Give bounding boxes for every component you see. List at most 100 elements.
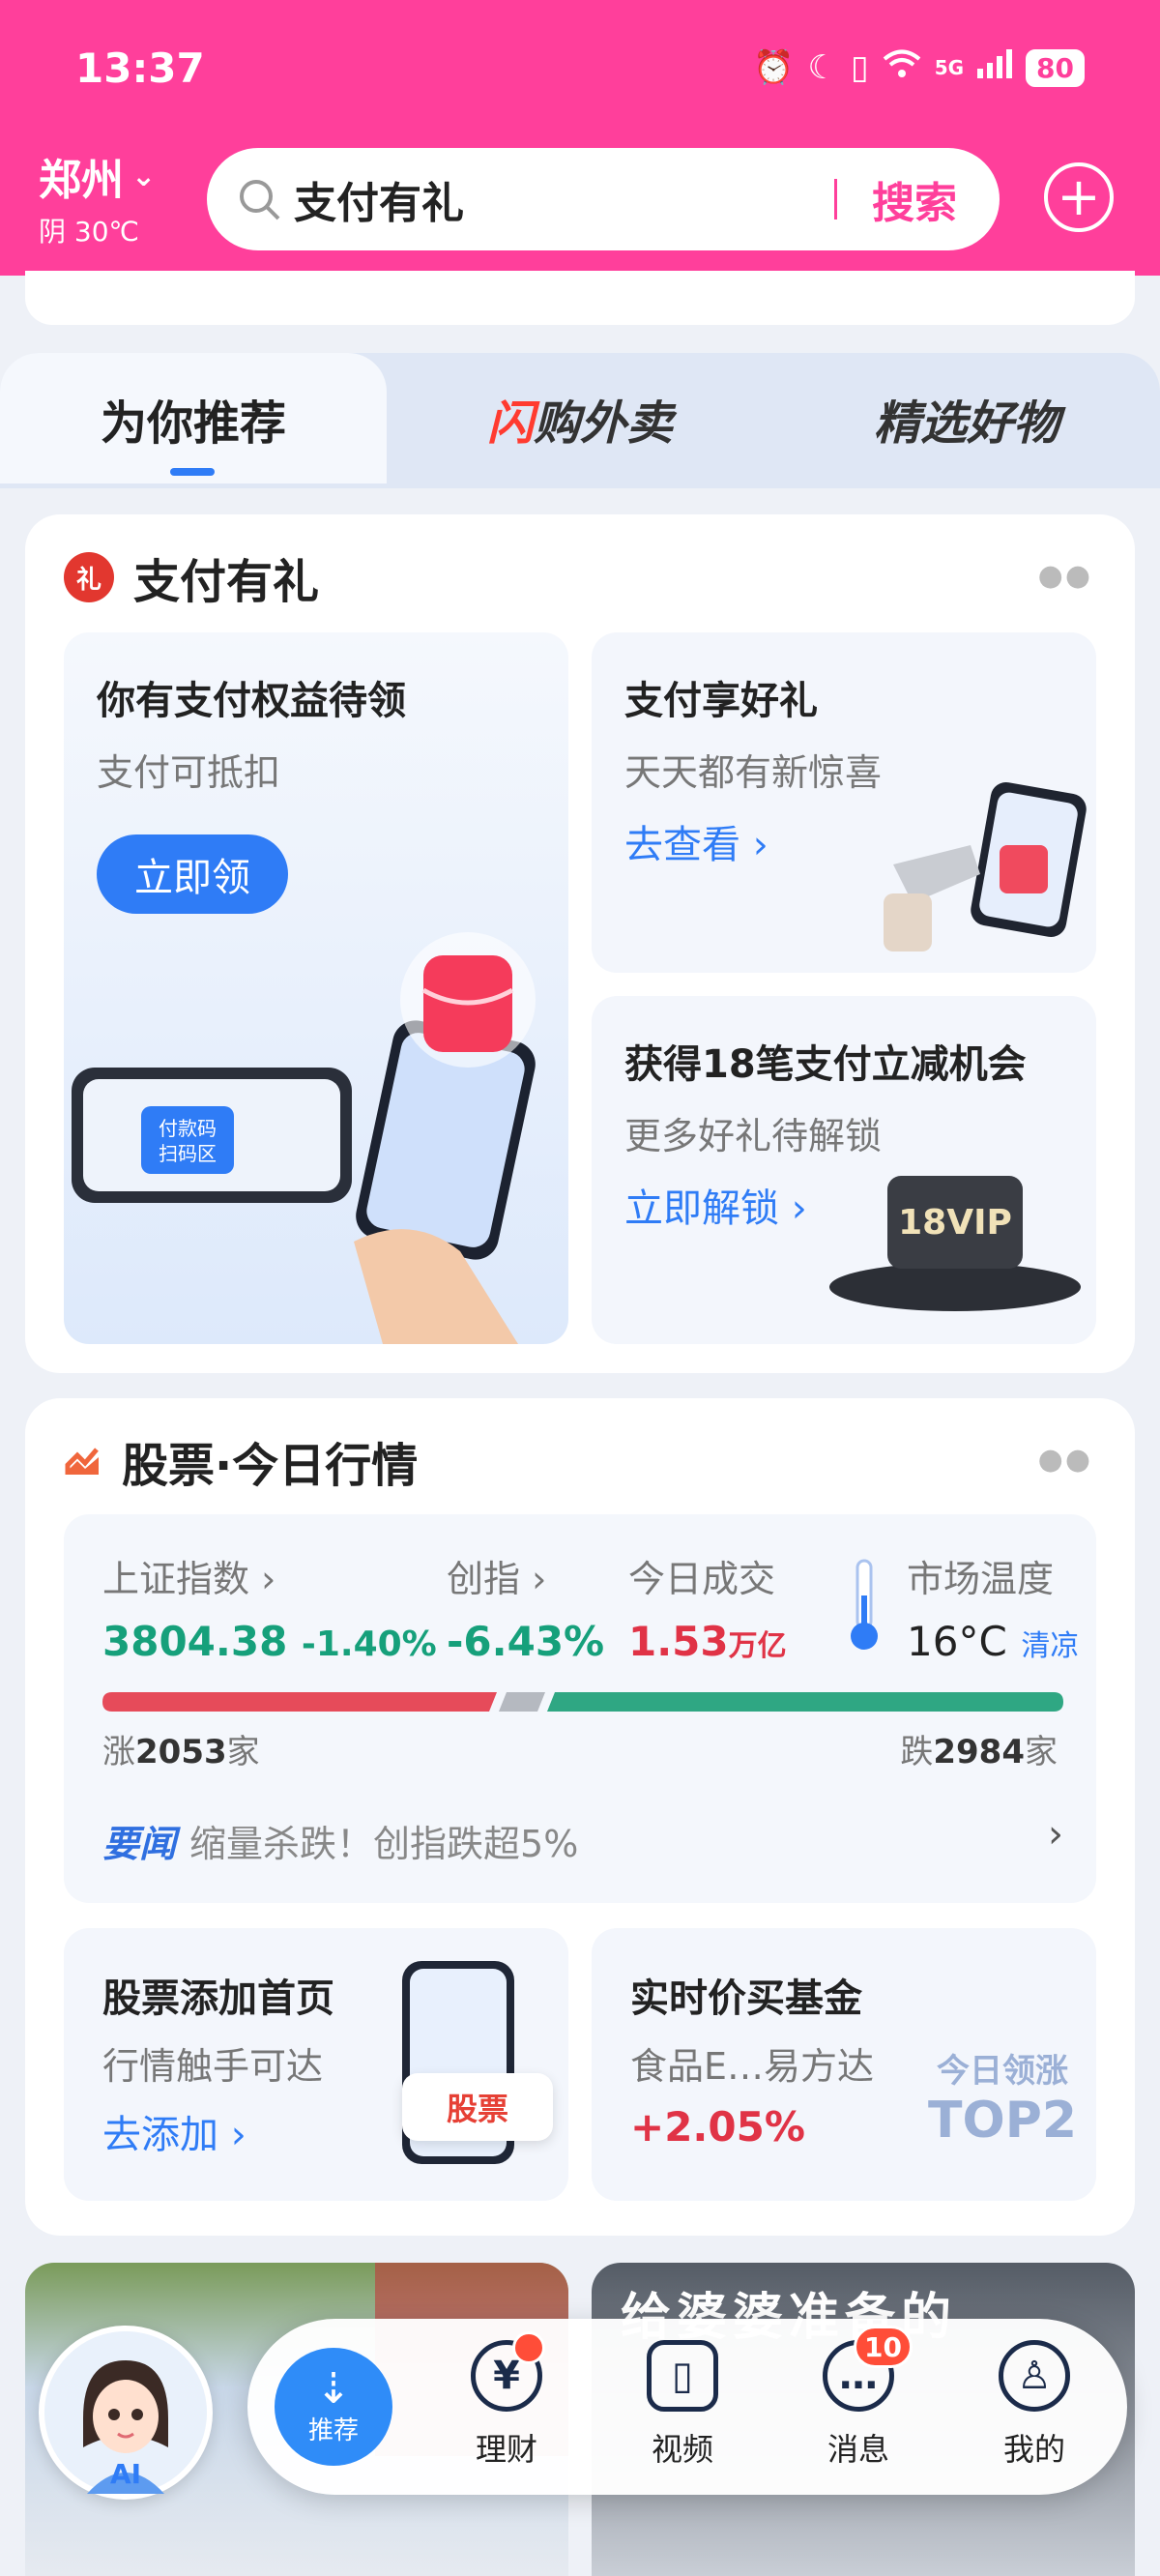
- more-icon[interactable]: ●●: [1038, 1443, 1092, 1477]
- tab-indicator: [170, 468, 215, 476]
- trend-chart-icon: [65, 1448, 99, 1475]
- rank-label: 今日领涨: [937, 2052, 1069, 2091]
- sh-index-label: 上证指数 ›: [102, 1558, 276, 1600]
- chevron-right-icon[interactable]: ›: [1048, 1812, 1063, 1857]
- add-link[interactable]: 去添加 ›: [102, 2103, 334, 2159]
- illus-text1: 付款码: [159, 1117, 217, 1140]
- nav-label: 我的: [1002, 2431, 1065, 2468]
- card-title: 支付享好礼: [624, 679, 818, 723]
- nav-finance[interactable]: ¥ 理财: [439, 2331, 574, 2470]
- section-title: 股票·今日行情: [122, 1439, 419, 1493]
- message-icon: … 10: [823, 2326, 913, 2412]
- headline-news[interactable]: 要闻 缩量杀跌！创指跌超5%: [102, 1814, 578, 1867]
- turnover-unit: 万亿: [728, 1629, 787, 1663]
- card-subtitle: 支付可抵扣: [97, 751, 281, 794]
- pay-gift-card[interactable]: 支付享好礼 天天都有新惊喜 去查看 ›: [592, 632, 1096, 973]
- user-icon: ♙: [999, 2340, 1070, 2412]
- tab-recommend[interactable]: 为你推荐: [0, 353, 387, 483]
- section-header: 股票·今日行情: [64, 1427, 418, 1495]
- turnover-value: 1.53: [628, 1618, 729, 1665]
- nav-profile[interactable]: ♙ 我的: [967, 2340, 1102, 2470]
- turnover-label: 今日成交: [628, 1558, 776, 1600]
- user-glyph: ♙: [1017, 2354, 1052, 2398]
- video-icon: ▯: [647, 2340, 718, 2412]
- fund-change: +2.05%: [630, 2103, 805, 2151]
- chinext-label: 创指 ›: [447, 1558, 547, 1600]
- alarm-icon: ⏰: [753, 48, 795, 87]
- pay-benefit-card[interactable]: 你有支付权益待领 支付可抵扣 立即领 付款码 扫码区: [64, 632, 568, 1344]
- more-icon[interactable]: ●●: [1038, 559, 1092, 593]
- illus-text2: 扫码区: [159, 1142, 217, 1165]
- fund-name: 食品E…易方达: [630, 2045, 875, 2088]
- sh-index-value: 3804.38: [102, 1618, 288, 1665]
- finance-icon: ¥: [471, 2331, 545, 2412]
- search-input[interactable]: 支付有礼: [294, 168, 834, 230]
- pay-gift-section: 礼 支付有礼 ●● 你有支付权益待领 支付可抵扣 立即领 付款码 扫码区 支付享…: [25, 514, 1135, 1373]
- turnover: 今日成交 1.53万亿: [628, 1549, 787, 1665]
- sh-index[interactable]: 上证指数 › 3804.38 -1.40%: [102, 1549, 437, 1665]
- weather-text: 阴 30℃: [39, 216, 139, 248]
- previous-card-edge: [25, 271, 1135, 325]
- search-icon: [240, 180, 280, 220]
- search-button[interactable]: 搜索: [872, 168, 957, 230]
- claim-button[interactable]: 立即领: [97, 834, 288, 914]
- stock-market-section: 股票·今日行情 ●● 上证指数 › 3804.38 -1.40% 创指 › -6…: [25, 1398, 1135, 2236]
- chevron-down-icon: ⌄: [131, 159, 157, 193]
- fall-segment: [547, 1692, 1063, 1712]
- card-subtitle: 天天都有新惊喜: [624, 751, 883, 794]
- feed-tabs: 为你推荐 闪购外卖 精选好物: [0, 353, 1160, 488]
- rank-value: TOP2: [928, 2092, 1077, 2150]
- tab-flash-takeout[interactable]: 闪购外卖: [387, 353, 773, 483]
- signal-icon: [977, 48, 1013, 87]
- plus-icon: +: [1057, 166, 1101, 227]
- vip-badge: 18VIP: [829, 1176, 1081, 1311]
- sh-index-change: -1.40%: [301, 1625, 437, 1664]
- battery-icon: 80: [1026, 48, 1085, 87]
- card-title: 股票添加首页: [102, 1976, 334, 2021]
- chinext-index[interactable]: 创指 › -6.43%: [447, 1549, 604, 1665]
- rise-prefix: 涨: [102, 1733, 135, 1771]
- nav-recommend[interactable]: ⇣ 推荐: [275, 2348, 392, 2466]
- rise-segment: [102, 1692, 497, 1712]
- add-stock-card[interactable]: 股票添加首页 行情触手可达 去添加 › 股票: [64, 1928, 568, 2201]
- fall-suffix: 家: [1025, 1733, 1058, 1771]
- card-title: 实时价买基金: [630, 1976, 862, 2021]
- bottom-navigation: ⇣ 推荐 ¥ 理财 ▯ 视频 … 10 消息 ♙ 我的: [247, 2319, 1127, 2495]
- vibrate-icon: ▯: [850, 48, 869, 87]
- thermometer-icon: [851, 1559, 878, 1650]
- nav-label: 消息: [826, 2431, 889, 2468]
- tab-selected-goods[interactable]: 精选好物: [773, 353, 1160, 483]
- location-selector[interactable]: 郑州 ⌄ 阴 30℃: [39, 145, 156, 249]
- section-title: 支付有礼: [133, 555, 320, 609]
- pay-discount-card[interactable]: 获得18笔支付立减机会 更多好礼待解锁 立即解锁 › 18VIP: [592, 996, 1096, 1344]
- fall-number: 2984: [933, 1733, 1025, 1771]
- search-bar[interactable]: 支付有礼 搜索: [207, 148, 1000, 250]
- app-header: 13:37 ⏰ ☾ ▯ 5G 80 郑州 ⌄ 阴 30℃ 支付有礼 搜索 +: [0, 0, 1160, 276]
- scanner-illustration: [884, 781, 1087, 951]
- add-button[interactable]: +: [1044, 162, 1114, 232]
- nav-video[interactable]: ▯ 视频: [615, 2340, 750, 2470]
- rise-count: 涨2053家: [102, 1725, 260, 1772]
- clock: 13:37: [75, 44, 205, 92]
- view-link[interactable]: 去查看 ›: [624, 813, 882, 869]
- search-divider: [834, 179, 837, 220]
- stock-badge: 股票: [402, 2073, 553, 2141]
- section-header: 礼 支付有礼: [64, 543, 319, 611]
- vip-badge-text: 18VIP: [887, 1176, 1023, 1269]
- video-glyph: ▯: [671, 2354, 693, 2398]
- fall-prefix: 跌: [900, 1733, 934, 1771]
- ai-assistant-button[interactable]: AI: [39, 2326, 213, 2500]
- nav-label: 理财: [475, 2431, 537, 2468]
- market-overview[interactable]: 上证指数 › 3804.38 -1.40% 创指 › -6.43% 今日成交 1…: [64, 1514, 1096, 1903]
- status-bar: 13:37 ⏰ ☾ ▯ 5G 80: [75, 39, 1085, 97]
- fund-card[interactable]: 实时价买基金 食品E…易方达 +2.05% 今日领涨 TOP2: [592, 1928, 1096, 2201]
- gift-icon: 礼: [64, 552, 114, 602]
- nav-label: 视频: [651, 2431, 713, 2468]
- temperature-desc: 清凉: [1021, 1629, 1080, 1663]
- arrow-down-icon: ⇣: [315, 2363, 352, 2414]
- nav-messages[interactable]: … 10 消息: [791, 2326, 926, 2470]
- nav-label: 推荐: [307, 2415, 359, 2445]
- status-icons: ⏰ ☾ ▯ 5G 80: [753, 48, 1085, 88]
- wifi-icon: [883, 48, 921, 88]
- flat-segment: [499, 1692, 545, 1712]
